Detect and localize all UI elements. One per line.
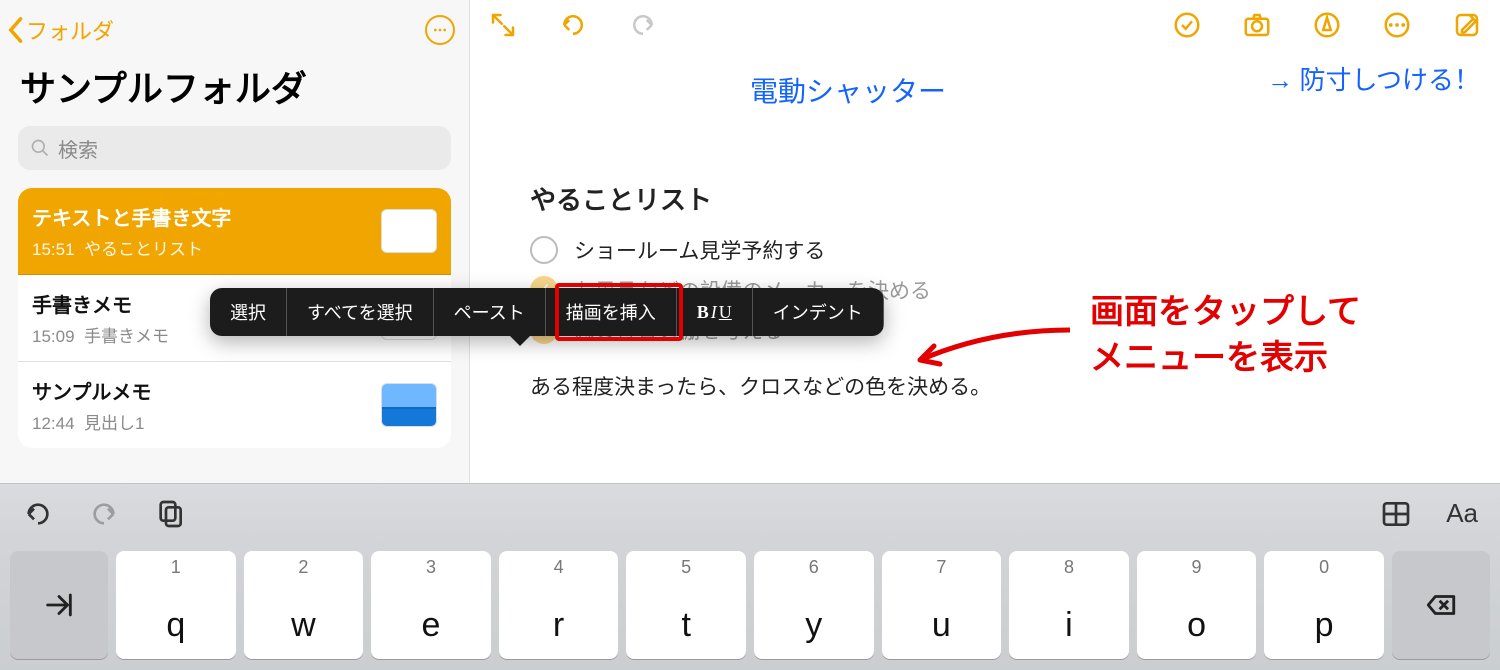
note-name: サンプルメモ bbox=[32, 376, 369, 405]
sidebar: フォルダ サンプルフォルダ 検索 テキストと手書き文字 15:51 やることリス… bbox=[0, 0, 470, 483]
note-thumbnail bbox=[381, 209, 437, 253]
kb-table-button[interactable] bbox=[1380, 498, 1412, 530]
context-menu: 選択 すべてを選択 ペースト 描画を挿入 BIU インデント bbox=[210, 288, 884, 336]
kb-redo-button[interactable] bbox=[88, 498, 120, 530]
compose-button[interactable] bbox=[1452, 10, 1482, 40]
menu-select[interactable]: 選択 bbox=[210, 288, 287, 336]
key-u[interactable]: 7u bbox=[882, 551, 1002, 659]
back-label: フォルダ bbox=[26, 14, 114, 46]
more-options-button[interactable] bbox=[425, 15, 455, 45]
search-placeholder: 検索 bbox=[58, 134, 98, 163]
key-tab[interactable] bbox=[10, 551, 108, 659]
checklist-row[interactable]: ショールーム見学予約する bbox=[530, 235, 1440, 265]
delete-icon bbox=[1424, 588, 1458, 622]
kb-undo-button[interactable] bbox=[22, 498, 54, 530]
key-o[interactable]: 9o bbox=[1137, 551, 1257, 659]
key-w[interactable]: 2w bbox=[244, 551, 364, 659]
undo-button[interactable] bbox=[558, 10, 588, 40]
kb-clipboard-button[interactable] bbox=[154, 498, 186, 530]
note-item-2[interactable]: サンプルメモ 12:44 見出し1 bbox=[18, 362, 451, 448]
key-y[interactable]: 6y bbox=[754, 551, 874, 659]
more-button[interactable] bbox=[1382, 10, 1412, 40]
handwriting-1: 電動シャッター bbox=[750, 70, 946, 110]
handwriting-2: → 防寸しつける！ bbox=[1267, 60, 1480, 97]
keyboard: 1q 2w 3e 4r 5t 6y 7u 8i 9o 0p bbox=[0, 543, 1500, 670]
search-icon bbox=[30, 138, 50, 158]
note-thumbnail bbox=[381, 383, 437, 427]
note-heading: やることリスト bbox=[530, 180, 1440, 217]
keyboard-toolbar: Aa bbox=[0, 483, 1500, 543]
key-q[interactable]: 1q bbox=[116, 551, 236, 659]
menu-paste[interactable]: ペースト bbox=[434, 288, 546, 336]
key-r[interactable]: 4r bbox=[499, 551, 619, 659]
ellipsis-icon bbox=[432, 22, 448, 38]
checklist-button[interactable] bbox=[1172, 10, 1202, 40]
chevron-left-icon bbox=[6, 16, 24, 44]
annotation-arrow bbox=[900, 320, 1080, 380]
checkbox-empty[interactable] bbox=[530, 236, 558, 264]
key-i[interactable]: 8i bbox=[1009, 551, 1129, 659]
annotation-text: 画面をタップして メニューを表示 bbox=[1090, 290, 1361, 382]
note-editor[interactable]: 電動シャッター → 防寸しつける！ やることリスト ショールーム見学予約する お… bbox=[470, 0, 1500, 483]
folder-title: サンプルフォルダ bbox=[0, 56, 469, 126]
markup-button[interactable] bbox=[1312, 10, 1342, 40]
menu-select-all[interactable]: すべてを選択 bbox=[287, 288, 434, 336]
key-p[interactable]: 0p bbox=[1264, 551, 1384, 659]
key-e[interactable]: 3e bbox=[371, 551, 491, 659]
highlight-box bbox=[555, 283, 683, 341]
camera-button[interactable] bbox=[1242, 10, 1272, 40]
key-t[interactable]: 5t bbox=[626, 551, 746, 659]
note-item-0[interactable]: テキストと手書き文字 15:51 やることリスト bbox=[18, 188, 451, 275]
back-button[interactable]: フォルダ bbox=[6, 14, 114, 46]
expand-icon[interactable] bbox=[488, 10, 518, 40]
search-field[interactable]: 検索 bbox=[18, 126, 451, 170]
tab-icon bbox=[42, 588, 76, 622]
note-name: テキストと手書き文字 bbox=[32, 202, 369, 231]
editor-toolbar bbox=[470, 0, 1500, 40]
key-delete[interactable] bbox=[1392, 551, 1490, 659]
menu-biu[interactable]: BIU bbox=[677, 288, 753, 336]
kb-format-button[interactable]: Aa bbox=[1446, 498, 1478, 529]
menu-indent[interactable]: インデント bbox=[753, 288, 884, 336]
redo-button[interactable] bbox=[628, 10, 658, 40]
